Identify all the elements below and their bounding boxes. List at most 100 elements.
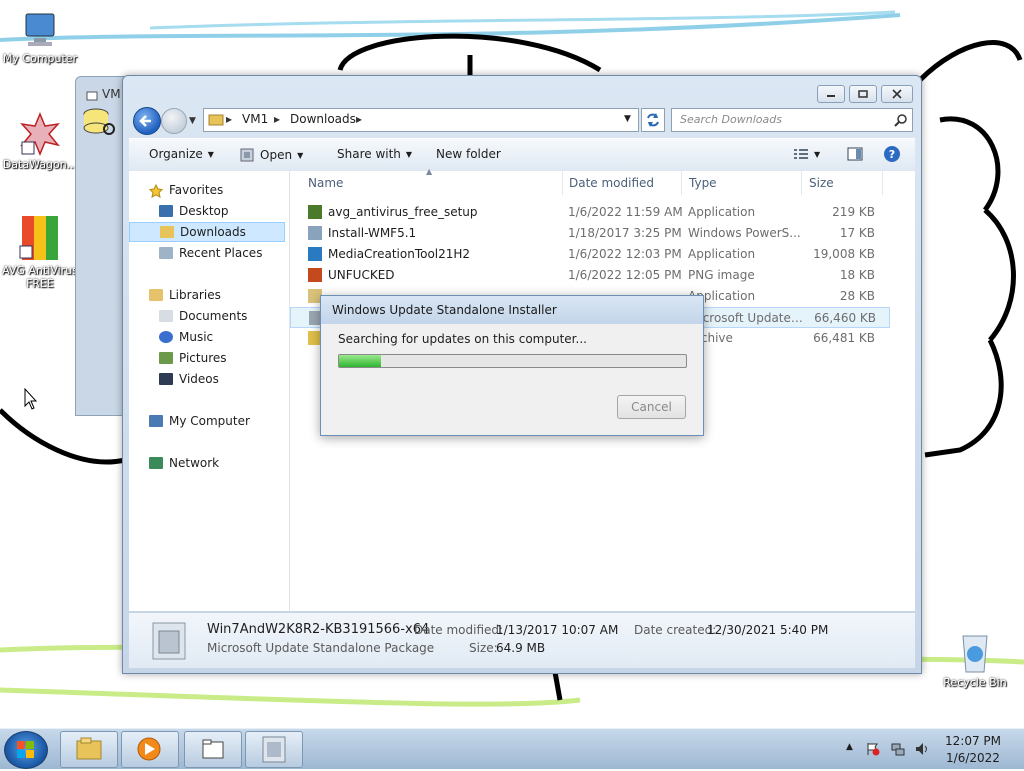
folder-icon (202, 739, 224, 759)
taskbar-media-player[interactable] (121, 731, 179, 768)
media-player-icon (137, 737, 161, 761)
address-dropdown[interactable]: ▼ (624, 114, 631, 124)
file-size: 19,008 KB (813, 247, 875, 261)
organize-button[interactable]: Organize ▼ (149, 147, 214, 161)
file-name: Install-WMF5.1 (328, 226, 417, 240)
taskbar-folder-window[interactable] (184, 731, 242, 768)
close-button[interactable] (881, 85, 913, 103)
change-view-button[interactable]: ▼ (793, 147, 820, 161)
file-row[interactable]: Install-WMF5.1 1/18/2017 3:25 PM Windows P… (290, 223, 890, 244)
recent-pages-dropdown[interactable]: ▼ (189, 116, 196, 126)
file-row[interactable]: avg_antivirus_free_setup 1/6/2022 11:59 A… (290, 202, 890, 223)
share-with-button[interactable]: Share with ▼ (337, 147, 412, 161)
file-size: 66,460 KB (814, 311, 876, 325)
taskbar-explorer[interactable] (60, 731, 118, 768)
action-center-flag-icon[interactable] (866, 742, 880, 756)
back-button[interactable] (133, 107, 161, 135)
file-icon (308, 205, 322, 219)
file-type: Application (688, 247, 756, 261)
details-date-modified: 1/13/2017 10:07 AM (496, 623, 619, 637)
file-explorer-icon (76, 737, 102, 760)
pictures-icon (159, 352, 173, 364)
preview-pane-button[interactable] (847, 147, 863, 161)
file-row[interactable]: UNFUCKED 1/6/2022 12:05 PM PNG image 18 KB (290, 265, 890, 286)
minimize-button[interactable] (817, 85, 845, 103)
navigation-pane: Favorites Desktop Downloads Recent Place… (129, 171, 290, 611)
progress-fill (339, 355, 381, 367)
recent-places-icon (159, 247, 173, 259)
nav-libraries[interactable]: Libraries (129, 285, 309, 305)
update-package-icon (240, 148, 254, 162)
column-header-type[interactable]: Type (681, 171, 802, 195)
nav-favorites[interactable]: Favorites (129, 180, 309, 200)
breadcrumb-downloads[interactable]: Downloads (290, 112, 356, 126)
desktop-icon-recycle-bin[interactable]: Recycle Bin (935, 630, 1015, 689)
file-type: PNG image (688, 268, 755, 282)
breadcrumb-separator[interactable]: ▸ (226, 112, 232, 126)
file-name: UNFUCKED (328, 268, 395, 282)
mouse-cursor-icon (24, 388, 38, 410)
avg-icon (16, 214, 64, 262)
nav-my-computer[interactable]: My Computer (129, 411, 309, 431)
file-row[interactable]: MediaCreationTool21H2 1/6/2022 12:03 PM Ap… (290, 244, 890, 265)
dialog-message: Searching for updates on this computer..… (338, 332, 587, 346)
desktop-icon-avg[interactable]: AVG AntiVirus FREE (0, 214, 80, 290)
network-icon (149, 457, 163, 469)
datawagon-icon (18, 112, 62, 156)
taskbar-update-installer[interactable] (245, 731, 303, 768)
file-name: MediaCreationTool21H2 (328, 247, 471, 261)
volume-icon[interactable] (915, 742, 929, 756)
file-type: Archive (688, 331, 733, 345)
details-date-created-label: Date created: (634, 623, 717, 637)
file-size: 18 KB (839, 268, 875, 282)
desktop-icon-my-computer[interactable]: My Computer (0, 10, 80, 65)
details-size: 64.9 MB (496, 641, 546, 655)
music-icon (159, 331, 173, 343)
cancel-button[interactable]: Cancel (617, 395, 686, 419)
dialog-titlebar[interactable]: Windows Update Standalone Installer (321, 296, 703, 324)
breadcrumb-separator[interactable]: ▸ (356, 112, 362, 126)
taskbar: ▲ 12:07 PM 1/6/2022 (0, 728, 1024, 769)
refresh-icon (647, 113, 659, 127)
search-input[interactable]: Search Downloads (671, 108, 913, 132)
update-installer-dialog[interactable]: Windows Update Standalone Installer Sear… (320, 295, 704, 436)
file-date: 1/6/2022 12:05 PM (568, 268, 682, 282)
nav-network[interactable]: Network (129, 453, 309, 473)
file-icon (308, 268, 322, 282)
breadcrumb-separator[interactable]: ▸ (274, 112, 280, 126)
minimize-icon (827, 95, 835, 97)
view-list-icon (794, 149, 808, 159)
file-date: 1/6/2022 11:59 AM (568, 205, 683, 219)
help-button[interactable]: ? (883, 145, 901, 163)
file-date: 1/6/2022 12:03 PM (568, 247, 682, 261)
forward-button[interactable] (161, 108, 187, 134)
desktop-icon-datawagon[interactable]: DataWagon... (0, 112, 80, 171)
address-bar[interactable]: ▸ VM1 ▸ Downloads ▸ ▼ (203, 108, 639, 132)
libraries-icon (149, 289, 163, 301)
open-button[interactable]: Open ▼ (239, 147, 303, 163)
help-icon: ? (884, 146, 900, 162)
clock-time[interactable]: 12:07 PM (942, 734, 1004, 748)
file-icon (308, 226, 322, 240)
maximize-button[interactable] (849, 85, 877, 103)
refresh-button[interactable] (641, 108, 665, 132)
show-hidden-icons-button[interactable]: ▲ (846, 742, 853, 752)
clock-date[interactable]: 1/6/2022 (942, 751, 1004, 765)
column-header-size[interactable]: Size (801, 171, 883, 195)
details-pane: Win7AndW2K8R2-KB3191566-x64 Microsoft Up… (129, 612, 915, 668)
star-icon (148, 183, 164, 198)
breadcrumb-vm1[interactable]: VM1 (242, 112, 268, 126)
documents-icon (159, 310, 173, 322)
new-folder-button[interactable]: New folder (436, 147, 501, 161)
network-tray-icon[interactable] (891, 742, 905, 756)
nav-downloads[interactable]: Downloads (129, 222, 285, 242)
file-size: 17 KB (839, 226, 875, 240)
desktop-icon (159, 205, 173, 217)
start-button[interactable] (4, 731, 48, 769)
database-icon (83, 108, 115, 135)
column-header-date[interactable]: Date modified (561, 171, 682, 195)
windows-logo-icon (17, 741, 34, 758)
search-icon (894, 114, 907, 127)
update-package-icon (152, 622, 186, 660)
file-type: Application (688, 205, 756, 219)
